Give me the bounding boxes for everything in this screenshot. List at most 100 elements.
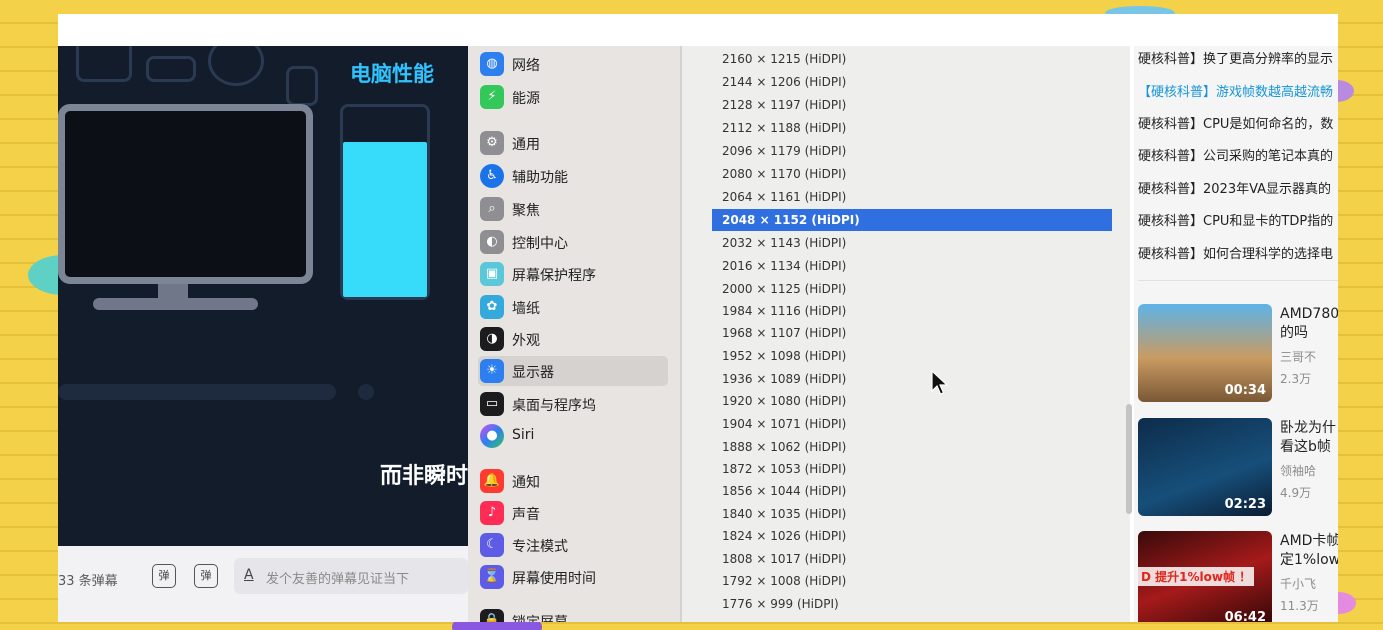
video-title[interactable]: AMD卡帧 bbox=[1280, 531, 1338, 551]
video-uploader[interactable]: 三哥不 bbox=[1280, 348, 1316, 365]
memory-icon bbox=[146, 56, 196, 82]
resolution-option[interactable]: 1984 × 1116 (HiDPI) bbox=[712, 300, 1112, 322]
video-views: 11.3万 bbox=[1280, 599, 1319, 613]
sidebar-item-network[interactable]: ◍ 网络 bbox=[478, 49, 668, 79]
article-link[interactable]: 【硬核科普】游戏帧数越高越流畅 bbox=[1138, 81, 1333, 100]
video-views: 2.3万 bbox=[1280, 372, 1312, 386]
sidebar-item-battery[interactable]: ⚡ 能源 bbox=[478, 82, 668, 112]
decor-bar bbox=[58, 384, 336, 400]
video-title[interactable]: 看这b帧 bbox=[1280, 437, 1331, 457]
resolution-option[interactable]: 2032 × 1143 (HiDPI) bbox=[712, 232, 1112, 254]
resolution-option[interactable]: 2128 × 1197 (HiDPI) bbox=[712, 94, 1112, 116]
video-duration: 06:42 bbox=[1224, 610, 1266, 622]
sidebar-item-accessibility[interactable]: ♿ 辅助功能 bbox=[478, 161, 668, 191]
screensaver-icon: ▣ bbox=[480, 262, 504, 286]
sidebar-item-label: 网络 bbox=[512, 58, 540, 74]
article-link[interactable]: 硬核科普】换了更高分辨率的显示 bbox=[1138, 48, 1333, 67]
resolution-option[interactable]: 2144 × 1206 (HiDPI) bbox=[712, 71, 1112, 93]
resolution-option-selected[interactable]: 2048 × 1152 (HiDPI) bbox=[712, 209, 1112, 231]
resolution-option[interactable]: 2112 × 1188 (HiDPI) bbox=[712, 117, 1112, 139]
resolution-option[interactable]: 2064 × 1161 (HiDPI) bbox=[712, 186, 1112, 208]
danmaku-input[interactable]: A 发个友善的弹幕见证当下 bbox=[234, 558, 468, 594]
accessibility-icon: ♿ bbox=[480, 164, 504, 188]
resolution-option[interactable]: 1952 × 1098 (HiDPI) bbox=[712, 345, 1112, 367]
resolution-option[interactable]: 1856 × 1044 (HiDPI) bbox=[712, 480, 1112, 502]
sidebar-item-siri[interactable]: ● Siri bbox=[478, 421, 668, 451]
article-link[interactable]: 硬核科普】公司采购的笔记本真的 bbox=[1138, 145, 1333, 164]
danmaku-toggle-button[interactable]: 弹 bbox=[152, 564, 176, 588]
battery-fill bbox=[343, 142, 427, 297]
resolution-option[interactable]: 1936 × 1089 (HiDPI) bbox=[712, 368, 1112, 390]
sidebar-item-label: 控制中心 bbox=[512, 236, 568, 252]
sidebar-item-screen-time[interactable]: ⌛ 屏幕使用时间 bbox=[478, 562, 668, 592]
article-link[interactable]: 硬核科普】CPU和显卡的TDP指的 bbox=[1138, 210, 1333, 229]
dock-icon: ▭ bbox=[480, 392, 504, 416]
font-style-icon[interactable]: A bbox=[244, 567, 254, 583]
sidebar-item-wallpaper[interactable]: ✿ 墙纸 bbox=[478, 292, 668, 322]
article-link[interactable]: 硬核科普】如何合理科学的选择电 bbox=[1138, 243, 1333, 262]
video-card[interactable]: 02:23 卧龙为什 看这b帧 领袖哈 4.9万 bbox=[1138, 418, 1338, 518]
video-uploader[interactable]: 千小飞 bbox=[1280, 575, 1316, 592]
sidebar-item-appearance[interactable]: ◑ 外观 bbox=[478, 324, 668, 354]
sidebar-item-label: 显示器 bbox=[512, 365, 554, 381]
resolution-option[interactable]: 1872 × 1053 (HiDPI) bbox=[712, 458, 1112, 480]
sidebar-item-label: 桌面与程序坞 bbox=[512, 398, 596, 414]
resolution-option[interactable]: 1792 × 1008 (HiDPI) bbox=[712, 570, 1112, 592]
appearance-icon: ◑ bbox=[480, 327, 504, 351]
sidebar-item-label: 通知 bbox=[512, 475, 540, 491]
resolution-option[interactable]: 2080 × 1170 (HiDPI) bbox=[712, 163, 1112, 185]
monitor-base bbox=[93, 298, 258, 310]
sidebar-item-focus[interactable]: ☾ 专注模式 bbox=[478, 530, 668, 560]
sidebar-item-sound[interactable]: ♪ 声音 bbox=[478, 498, 668, 528]
video-title[interactable]: 的吗 bbox=[1280, 323, 1308, 343]
sidebar-item-general[interactable]: ⚙ 通用 bbox=[478, 128, 668, 158]
sidebar-item-displays[interactable]: ☀ 显示器 bbox=[478, 356, 668, 386]
resolution-option[interactable]: 1904 × 1071 (HiDPI) bbox=[712, 413, 1112, 435]
resolution-option[interactable]: 2160 × 1215 (HiDPI) bbox=[712, 48, 1112, 70]
resolution-option[interactable]: 1776 × 999 (HiDPI) bbox=[712, 593, 1112, 615]
resolution-option[interactable]: 1808 × 1017 (HiDPI) bbox=[712, 548, 1112, 570]
video-thumbnail[interactable]: 02:23 bbox=[1138, 418, 1272, 516]
resolution-option[interactable]: 2096 × 1179 (HiDPI) bbox=[712, 140, 1112, 162]
video-card[interactable]: D 提升1%low帧 ！ 06:42 AMD卡帧 定1%low 千小飞 11.3… bbox=[1138, 531, 1338, 622]
toggle-icon: ◐ bbox=[480, 230, 504, 254]
sidebar-item-label: 锁定屏幕 bbox=[512, 612, 568, 622]
sidebar-item-screensaver[interactable]: ▣ 屏幕保护程序 bbox=[478, 259, 668, 289]
article-link[interactable]: 硬核科普】2023年VA显示器真的 bbox=[1138, 178, 1331, 197]
resolution-list[interactable]: 2160 × 1215 (HiDPI) 2144 × 1206 (HiDPI) … bbox=[682, 46, 1130, 622]
magnifier-icon: ⌕ bbox=[480, 197, 504, 221]
sidebar-item-label: 聚焦 bbox=[512, 203, 540, 219]
resolution-option[interactable]: 2000 × 1125 (HiDPI) bbox=[712, 278, 1112, 300]
resolution-option[interactable]: 2016 × 1134 (HiDPI) bbox=[712, 255, 1112, 277]
resolution-option[interactable]: 1824 × 1026 (HiDPI) bbox=[712, 525, 1112, 547]
sidebar-item-label: 屏幕保护程序 bbox=[512, 268, 596, 284]
video-player[interactable]: 电脑性能 而非瞬时 bbox=[58, 46, 468, 546]
sidebar-item-spotlight[interactable]: ⌕ 聚焦 bbox=[478, 194, 668, 224]
video-views: 4.9万 bbox=[1280, 486, 1312, 500]
danmaku-settings-button[interactable]: 弹 bbox=[194, 564, 218, 588]
danmaku-bar: 33 条弹幕 弹 弹 A 发个友善的弹幕见证当下 bbox=[58, 546, 468, 622]
video-title[interactable]: 定1%low bbox=[1280, 550, 1338, 570]
video-title[interactable]: AMD780 bbox=[1280, 304, 1338, 324]
sidebar-item-control-center[interactable]: ◐ 控制中心 bbox=[478, 227, 668, 257]
resolution-option[interactable]: 1840 × 1035 (HiDPI) bbox=[712, 503, 1112, 525]
sidebar-item-label: 能源 bbox=[512, 91, 540, 107]
article-link[interactable]: 硬核科普】CPU是如何命名的，数 bbox=[1138, 113, 1333, 132]
video-thumbnail[interactable]: 00:34 bbox=[1138, 304, 1272, 402]
siri-icon: ● bbox=[480, 424, 504, 448]
settings-sidebar: ◍ 网络 ⚡ 能源 ⚙ 通用 ♿ 辅助功能 ⌕ 聚焦 ◐ 控制中心 ▣ 屏幕保护… bbox=[468, 46, 680, 622]
resolution-option[interactable]: 1888 × 1062 (HiDPI) bbox=[712, 436, 1112, 458]
video-subtitle: 而非瞬时 bbox=[380, 464, 468, 489]
video-title[interactable]: 卧龙为什 bbox=[1280, 418, 1336, 438]
resolution-option[interactable]: 1920 × 1080 (HiDPI) bbox=[712, 390, 1112, 412]
video-thumbnail[interactable]: D 提升1%low帧 ！ 06:42 bbox=[1138, 531, 1272, 622]
resolution-scrollbar[interactable] bbox=[1126, 404, 1132, 514]
top-margin bbox=[58, 14, 1338, 46]
video-card[interactable]: 00:34 AMD780 的吗 三哥不 2.3万 bbox=[1138, 304, 1338, 404]
sidebar-item-lock-screen[interactable]: 🔒 锁定屏幕 bbox=[478, 606, 668, 622]
sidebar-item-desktop-dock[interactable]: ▭ 桌面与程序坞 bbox=[478, 389, 668, 419]
sidebar-item-notifications[interactable]: 🔔 通知 bbox=[478, 466, 668, 496]
gear-icon: ⚙ bbox=[480, 131, 504, 155]
video-uploader[interactable]: 领袖哈 bbox=[1280, 462, 1316, 479]
resolution-option[interactable]: 1968 × 1107 (HiDPI) bbox=[712, 322, 1112, 344]
